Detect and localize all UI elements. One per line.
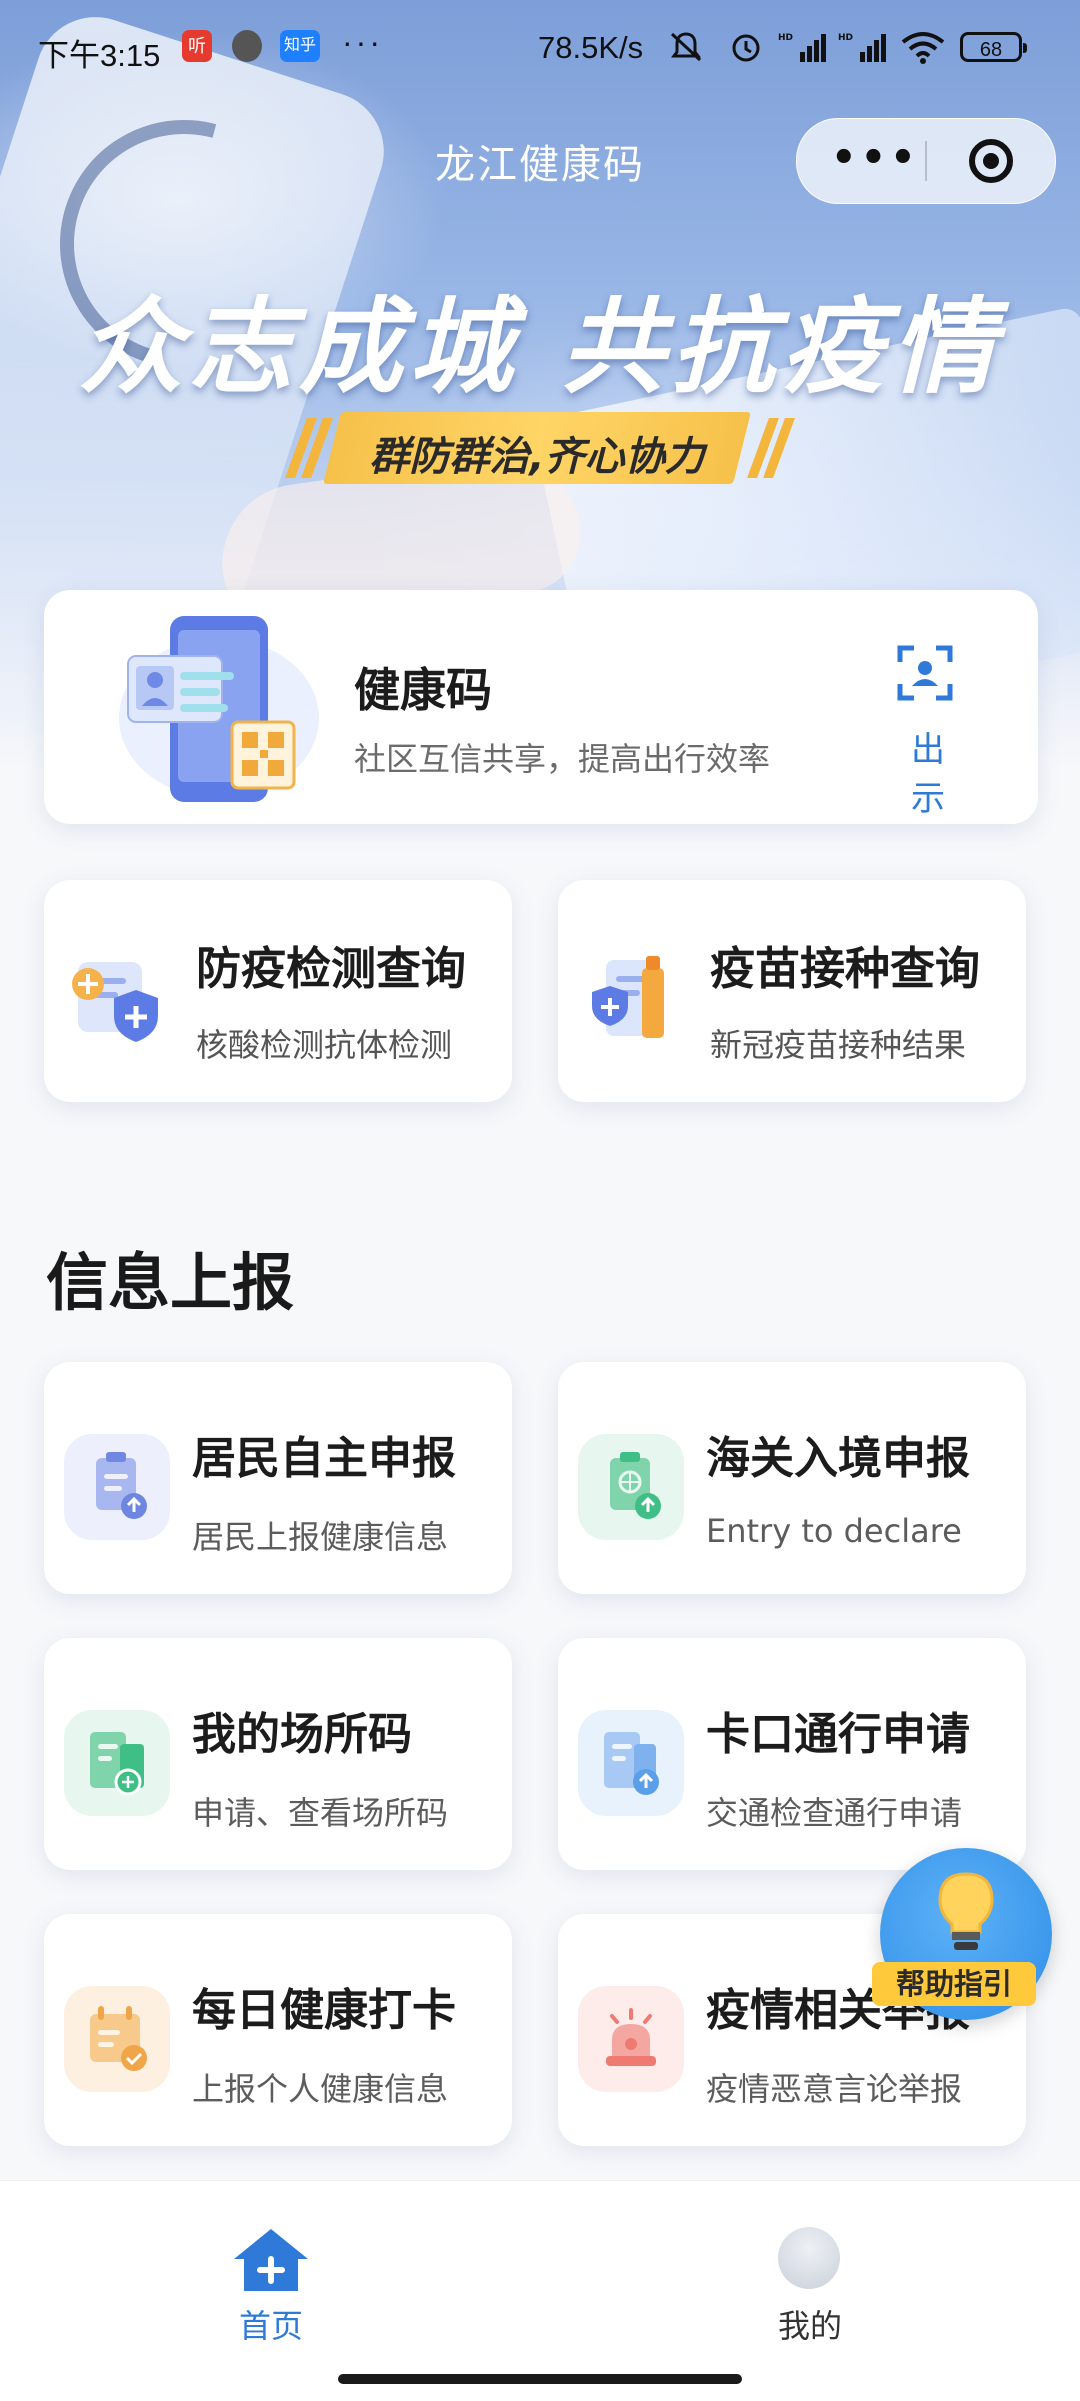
phone-id-illustration xyxy=(119,616,319,802)
banner-slogan: 众志成城 共抗疫情 xyxy=(78,286,1002,408)
vaccine-record-icon xyxy=(592,956,664,1038)
dark-app-icon xyxy=(232,30,262,62)
status-time: 下午3:15 xyxy=(38,38,161,73)
capsule-divider xyxy=(925,141,927,181)
report-subtitle: 上报个人健康信息 xyxy=(192,2070,449,2108)
report-subtitle: 疫情恶意言论举报 xyxy=(706,2070,963,2108)
query-subtitle: 核酸检测抗体检测 xyxy=(196,1026,453,1064)
report-title: 卡口通行申请 xyxy=(706,1709,970,1760)
status-bar: 下午3:15 听 知乎 ··· 78.5K/s HD HD 68 xyxy=(0,0,1080,100)
signal-hd-2-icon: HD xyxy=(838,33,886,62)
svg-text:HD: HD xyxy=(838,33,853,43)
report-title: 我的场所码 xyxy=(192,1709,412,1760)
report-title: 居民自主申报 xyxy=(192,1433,456,1484)
svg-text:HD: HD xyxy=(778,33,793,43)
daily-health-checkin-card[interactable]: 每日健康打卡 上报个人健康信息 xyxy=(44,1914,512,2146)
help-guide-button[interactable]: 帮助指引 xyxy=(872,1848,1052,2020)
report-title: 每日健康打卡 xyxy=(192,1985,456,2036)
close-target-icon[interactable] xyxy=(969,139,1013,183)
query-subtitle: 新冠疫苗接种结果 xyxy=(710,1026,967,1064)
customs-globe-icon xyxy=(578,1434,684,1540)
banner-subslogan-ribbon: 群防群治,齐心协力 xyxy=(285,412,795,484)
ting-app-icon: 听 xyxy=(182,30,212,62)
clipboard-upload-icon xyxy=(64,1434,170,1540)
report-subtitle: 交通检查通行申请 xyxy=(706,1794,963,1832)
network-speed: 78.5K/s xyxy=(538,30,644,65)
my-place-code-card[interactable]: 我的场所码 申请、查看场所码 xyxy=(44,1638,512,1870)
show-code-button[interactable]: 出示 xyxy=(896,722,960,820)
section-title-info-report: 信息上报 xyxy=(46,1246,295,1319)
alarm-icon xyxy=(732,34,760,62)
home-icon[interactable] xyxy=(230,2225,312,2295)
test-shield-icon xyxy=(72,962,158,1042)
mini-program-capsule: ••• xyxy=(796,118,1056,204)
profile-avatar-icon[interactable] xyxy=(778,2227,840,2289)
tab-me[interactable]: 我的 xyxy=(760,2301,860,2347)
epidemic-test-query-card[interactable]: 防疫检测查询 核酸检测抗体检测 xyxy=(44,880,512,1102)
query-title: 疫苗接种查询 xyxy=(710,942,981,995)
health-code-title: 健康码 xyxy=(354,663,492,717)
daily-checkin-icon xyxy=(64,1986,170,2092)
checkpoint-upload-icon xyxy=(578,1710,684,1816)
report-subtitle: Entry to declare xyxy=(706,1512,962,1550)
home-indicator xyxy=(338,2374,742,2384)
lightbulb-icon xyxy=(938,1872,994,1950)
help-guide-label[interactable]: 帮助指引 xyxy=(872,1962,1036,2006)
status-more-dots: ··· xyxy=(342,24,383,60)
report-subtitle: 申请、查看场所码 xyxy=(192,1794,449,1832)
signal-hd-1-icon: HD xyxy=(778,33,826,62)
health-code-card[interactable]: 健康码 社区互信共享，提高出行效率 出示 xyxy=(44,590,1038,824)
place-code-icon xyxy=(64,1710,170,1816)
alarm-report-icon xyxy=(578,1986,684,2092)
mute-bell-icon xyxy=(670,32,702,62)
report-subtitle: 居民上报健康信息 xyxy=(192,1518,449,1556)
health-code-subtitle: 社区互信共享，提高出行效率 xyxy=(354,740,771,778)
bottom-tab-bar: 首页 我的 xyxy=(0,2180,1080,2401)
checkpoint-pass-card[interactable]: 卡口通行申请 交通检查通行申请 xyxy=(558,1638,1026,1870)
vaccine-query-card[interactable]: 疫苗接种查询 新冠疫苗接种结果 xyxy=(558,880,1026,1102)
more-menu-button[interactable]: ••• xyxy=(831,135,920,181)
wifi-icon xyxy=(901,32,945,64)
battery-indicator: 68 xyxy=(960,32,1027,62)
customs-entry-report-card[interactable]: 海关入境申报 Entry to declare xyxy=(558,1362,1026,1594)
query-title: 防疫检测查询 xyxy=(196,942,467,995)
resident-self-report-card[interactable]: 居民自主申报 居民上报健康信息 xyxy=(44,1362,512,1594)
show-code-scan-icon[interactable] xyxy=(896,644,954,702)
tab-home[interactable]: 首页 xyxy=(210,2301,332,2347)
zhihu-app-icon: 知乎 xyxy=(280,30,320,62)
report-title: 海关入境申报 xyxy=(706,1433,970,1484)
banner-subslogan: 群防群治,齐心协力 xyxy=(369,434,705,480)
